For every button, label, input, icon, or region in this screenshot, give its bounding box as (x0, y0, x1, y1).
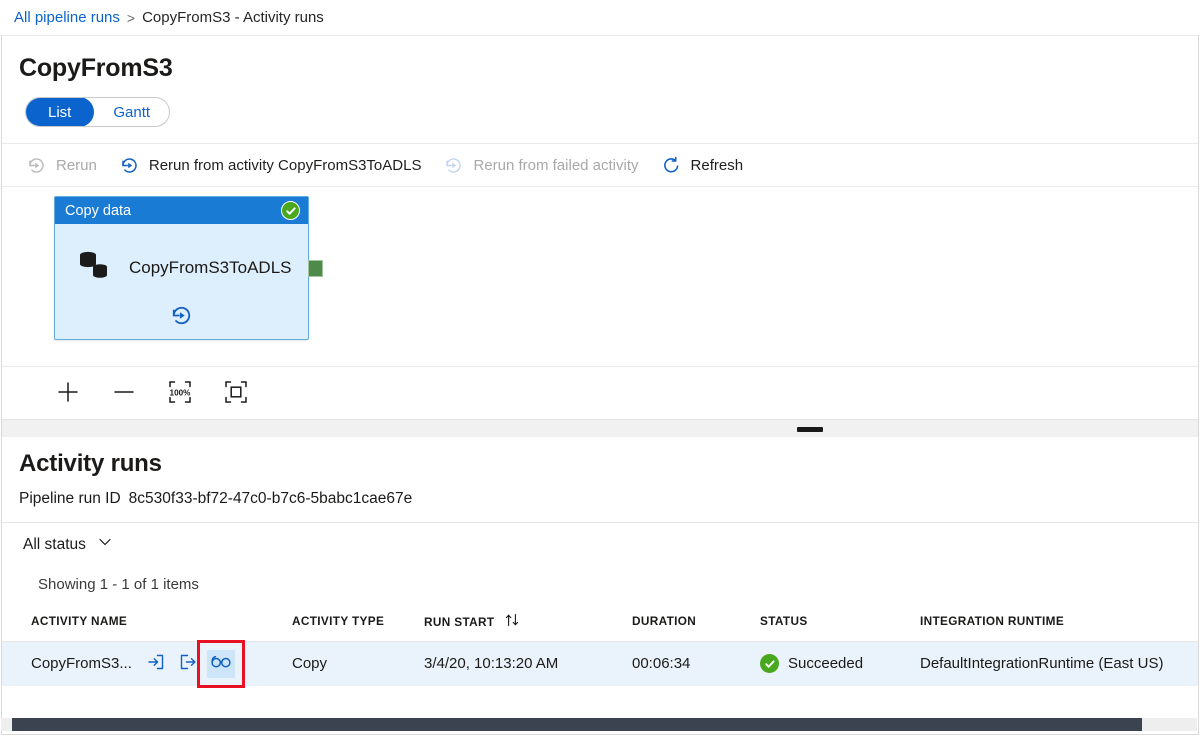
pipeline-canvas[interactable]: Copy data (2, 187, 1198, 367)
column-header-activity-type[interactable]: ACTIVITY TYPE (292, 602, 424, 642)
activity-node-name: CopyFromS3ToADLS (129, 258, 292, 278)
table-header-row: ACTIVITY NAME ACTIVITY TYPE RUN START DU… (2, 602, 1199, 642)
zoom-in-button[interactable] (40, 373, 96, 413)
plus-icon (56, 380, 80, 407)
svg-text:100%: 100% (170, 388, 192, 397)
glasses-icon (210, 654, 232, 673)
fit-screen-icon (223, 379, 249, 408)
zoom-100-icon: 100% (167, 379, 193, 408)
chevron-down-icon (97, 534, 113, 555)
activity-node-body: CopyFromS3ToADLS (55, 224, 308, 339)
rerun-icon (26, 155, 47, 176)
tab-list[interactable]: List (25, 97, 94, 127)
rerun-from-activity-label: Rerun from activity CopyFromS3ToADLS (149, 157, 422, 174)
fit-to-screen-button[interactable] (208, 373, 264, 413)
pipeline-run-id-label: Pipeline run ID (19, 490, 121, 508)
panel-splitter[interactable] (2, 419, 1198, 437)
app-page: All pipeline runs > CopyFromS3 - Activit… (0, 0, 1200, 736)
activity-node-type-label: Copy data (65, 203, 281, 219)
status-filter-dropdown[interactable]: All status (23, 534, 113, 555)
view-toggle-wrapper: List Gantt (2, 83, 1198, 127)
zoom-out-button[interactable] (96, 373, 152, 413)
table-row[interactable]: CopyFromS3... (2, 642, 1199, 686)
arrow-out-of-box-icon (178, 652, 198, 675)
view-toggle: List Gantt (25, 97, 170, 127)
horizontal-scrollbar-thumb[interactable] (12, 718, 1142, 731)
column-header-duration[interactable]: DURATION (632, 602, 760, 642)
splitter-handle[interactable] (797, 427, 823, 432)
cell-integration-runtime: DefaultIntegrationRuntime (East US) (920, 642, 1199, 686)
refresh-icon (661, 155, 682, 176)
status-badge: Succeeded (788, 655, 863, 672)
column-header-run-start-label: RUN START (424, 615, 494, 629)
rerun-from-failed-icon (443, 155, 464, 176)
rerun-from-failed-activity-button[interactable]: Rerun from failed activity (443, 155, 638, 176)
zoom-to-hundred-button[interactable]: 100% (152, 373, 208, 413)
cell-activity-name: CopyFromS3... (2, 642, 292, 686)
content-frame: CopyFromS3 List Gantt Rerun (1, 36, 1199, 735)
activity-node-header: Copy data (55, 197, 308, 224)
page-title: CopyFromS3 (2, 36, 1198, 83)
cell-duration: 00:06:34 (632, 642, 760, 686)
cell-activity-type: Copy (292, 642, 424, 686)
column-header-activity-name[interactable]: ACTIVITY NAME (2, 602, 292, 642)
activity-runs-title: Activity runs (2, 437, 1198, 478)
database-copy-icon (77, 248, 113, 287)
pipeline-run-id-value: 8c530f33-bf72-47c0-b7c6-5babc1cae67e (129, 490, 413, 508)
breadcrumb-separator: > (127, 10, 135, 26)
node-rerun-icon[interactable] (169, 303, 194, 333)
success-check-icon (281, 201, 300, 220)
column-header-run-start[interactable]: RUN START (424, 602, 632, 642)
rerun-label: Rerun (56, 157, 97, 174)
refresh-label: Refresh (691, 157, 744, 174)
table-header: ACTIVITY NAME ACTIVITY TYPE RUN START DU… (2, 602, 1199, 642)
horizontal-scrollbar[interactable] (1, 718, 1197, 731)
input-button[interactable] (143, 650, 170, 677)
status-filter-bar: All status (2, 522, 1198, 566)
activity-runs-table: ACTIVITY NAME ACTIVITY TYPE RUN START DU… (2, 602, 1199, 686)
breadcrumb-current: CopyFromS3 - Activity runs (142, 9, 324, 26)
column-header-status[interactable]: STATUS (760, 602, 920, 642)
pipeline-run-id-row: Pipeline run ID 8c530f33-bf72-47c0-b7c6-… (2, 478, 1198, 508)
activity-name-text[interactable]: CopyFromS3... (31, 655, 132, 672)
column-header-integration-runtime[interactable]: INTEGRATION RUNTIME (920, 602, 1199, 642)
breadcrumb: All pipeline runs > CopyFromS3 - Activit… (0, 0, 1200, 36)
cell-run-start: 3/4/20, 10:13:20 AM (424, 642, 632, 686)
status-filter-label: All status (23, 536, 86, 554)
output-button[interactable] (175, 650, 202, 677)
canvas-zoom-toolbar: 100% (2, 367, 1198, 419)
tab-gantt[interactable]: Gantt (94, 98, 169, 126)
command-bar: Rerun Rerun from activity CopyFromS3ToAD… (2, 143, 1198, 187)
cell-status: Succeeded (760, 642, 920, 686)
details-button[interactable] (207, 650, 235, 678)
table-body: CopyFromS3... (2, 642, 1199, 686)
success-check-icon (760, 654, 779, 673)
rerun-from-activity-button[interactable]: Rerun from activity CopyFromS3ToADLS (119, 155, 422, 176)
node-output-connector[interactable] (308, 260, 323, 277)
arrow-into-box-icon (146, 652, 166, 675)
breadcrumb-link-all-pipeline-runs[interactable]: All pipeline runs (14, 9, 120, 26)
minus-icon (112, 380, 136, 407)
rerun-from-activity-icon (119, 155, 140, 176)
activity-node-copy-data[interactable]: Copy data (54, 196, 309, 340)
refresh-button[interactable]: Refresh (661, 155, 744, 176)
rerun-button[interactable]: Rerun (26, 155, 97, 176)
showing-count: Showing 1 - 1 of 1 items (2, 566, 1198, 602)
rerun-from-failed-label: Rerun from failed activity (473, 157, 638, 174)
sort-arrows-icon[interactable] (505, 616, 521, 630)
